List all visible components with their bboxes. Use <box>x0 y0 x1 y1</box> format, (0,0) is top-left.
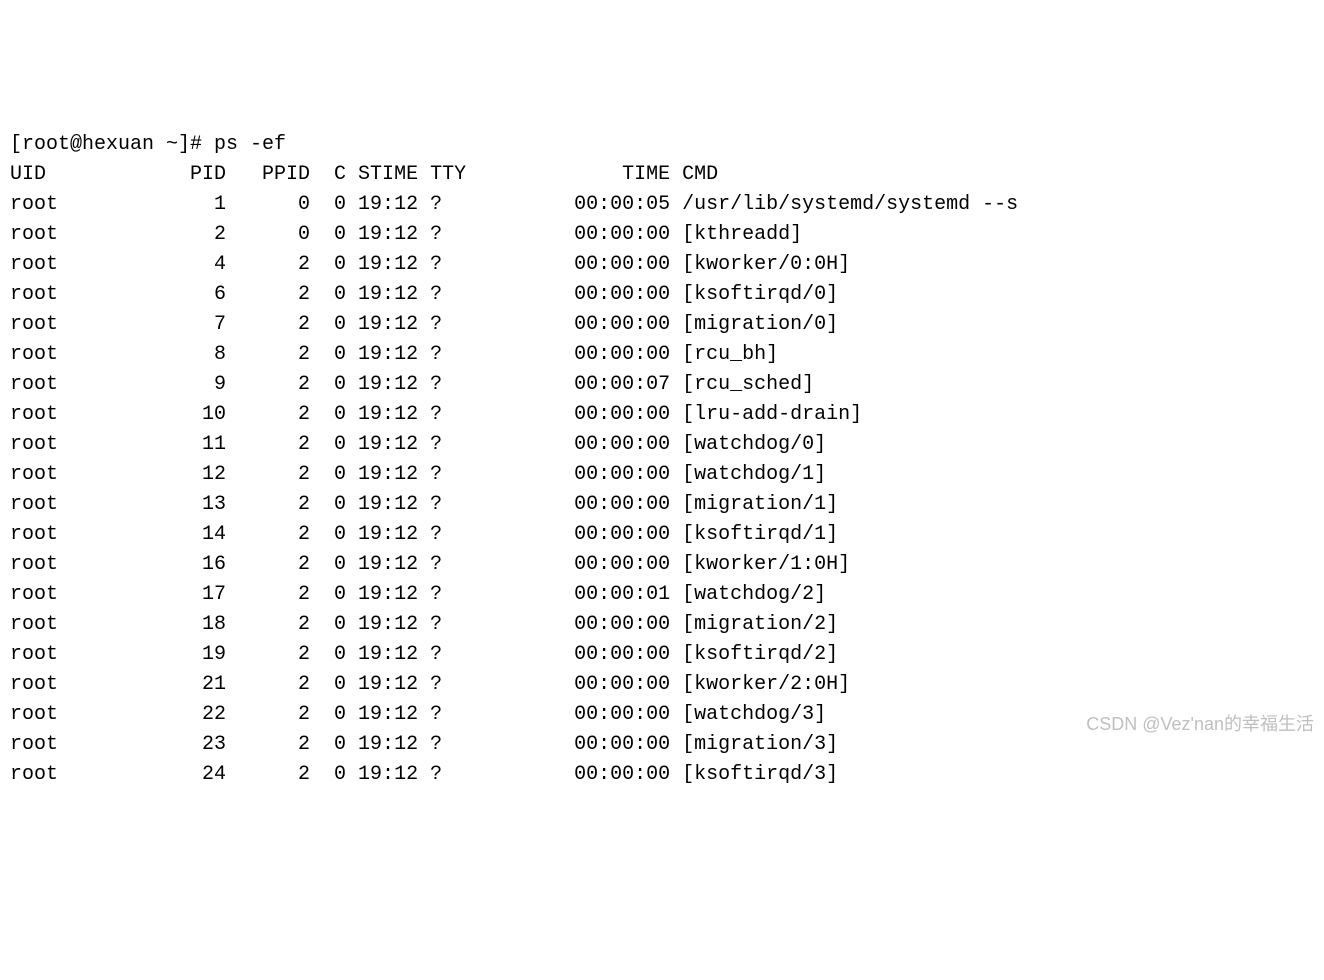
prompt-line: [root@hexuan ~]# ps -ef <box>10 130 1314 160</box>
table-row: root 24 2 0 19:12 ? 00:00:00 [ksoftirqd/… <box>10 760 1314 790</box>
table-row: root 1 0 0 19:12 ? 00:00:05 /usr/lib/sys… <box>10 190 1314 220</box>
watermark-text: CSDN @Vez'nan的幸福生活 <box>1086 711 1314 738</box>
table-row: root 19 2 0 19:12 ? 00:00:00 [ksoftirqd/… <box>10 640 1314 670</box>
table-header: UID PID PPID C STIME TTY TIME CMD <box>10 160 1314 190</box>
table-row: root 14 2 0 19:12 ? 00:00:00 [ksoftirqd/… <box>10 520 1314 550</box>
table-row: root 2 0 0 19:12 ? 00:00:00 [kthreadd] <box>10 220 1314 250</box>
table-row: root 10 2 0 19:12 ? 00:00:00 [lru-add-dr… <box>10 400 1314 430</box>
table-row: root 11 2 0 19:12 ? 00:00:00 [watchdog/0… <box>10 430 1314 460</box>
table-row: root 21 2 0 19:12 ? 00:00:00 [kworker/2:… <box>10 670 1314 700</box>
table-row: root 17 2 0 19:12 ? 00:00:01 [watchdog/2… <box>10 580 1314 610</box>
table-row: root 16 2 0 19:12 ? 00:00:00 [kworker/1:… <box>10 550 1314 580</box>
table-row: root 4 2 0 19:12 ? 00:00:00 [kworker/0:0… <box>10 250 1314 280</box>
table-row: root 12 2 0 19:12 ? 00:00:00 [watchdog/1… <box>10 460 1314 490</box>
table-row: root 13 2 0 19:12 ? 00:00:00 [migration/… <box>10 490 1314 520</box>
table-row: root 6 2 0 19:12 ? 00:00:00 [ksoftirqd/0… <box>10 280 1314 310</box>
table-row: root 9 2 0 19:12 ? 00:00:07 [rcu_sched] <box>10 370 1314 400</box>
table-row: root 7 2 0 19:12 ? 00:00:00 [migration/0… <box>10 310 1314 340</box>
table-row: root 8 2 0 19:12 ? 00:00:00 [rcu_bh] <box>10 340 1314 370</box>
terminal-output: [root@hexuan ~]# ps -efUID PID PPID C ST… <box>10 130 1314 790</box>
table-row: root 18 2 0 19:12 ? 00:00:00 [migration/… <box>10 610 1314 640</box>
